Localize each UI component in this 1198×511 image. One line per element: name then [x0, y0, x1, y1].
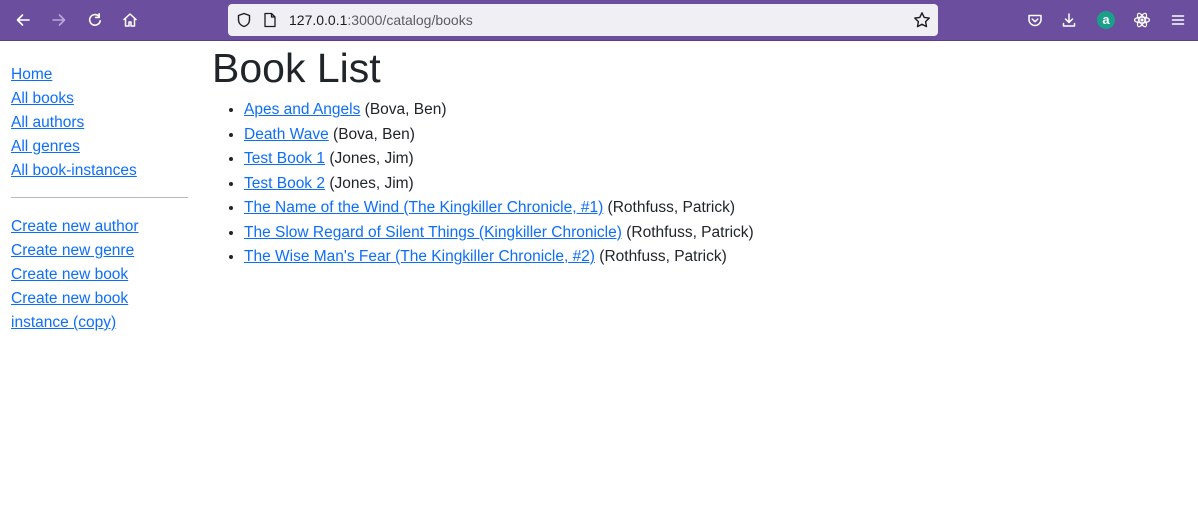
- sidebar-link-all-book-instances[interactable]: All book-instances: [11, 159, 188, 183]
- sidebar-nav: Home All books All authors All genres Al…: [11, 63, 188, 335]
- sidebar-nav-links: Home All books All authors All genres Al…: [11, 63, 188, 183]
- book-author: (Bova, Ben): [364, 101, 447, 118]
- browser-toolbar: 127.0.0.1:3000/catalog/books a: [0, 0, 1198, 41]
- app-menu-button[interactable]: [1163, 5, 1193, 35]
- profile-avatar[interactable]: a: [1097, 11, 1115, 29]
- book-author: (Jones, Jim): [329, 150, 414, 167]
- download-icon: [1062, 13, 1076, 27]
- back-arrow-icon: [16, 14, 30, 26]
- reload-icon: [88, 13, 101, 26]
- pocket-icon: [1028, 14, 1042, 27]
- book-title-link[interactable]: Apes and Angels: [244, 101, 360, 118]
- url-bar[interactable]: 127.0.0.1:3000/catalog/books: [228, 4, 938, 36]
- sidebar-create-links: Create new author Create new genre Creat…: [11, 215, 188, 335]
- book-list: Apes and Angels (Bova, Ben) Death Wave (…: [212, 98, 1172, 270]
- book-list-item: Death Wave (Bova, Ben): [244, 123, 1172, 148]
- book-title-link[interactable]: The Wise Man's Fear (The Kingkiller Chro…: [244, 248, 595, 265]
- downloads-button[interactable]: [1054, 5, 1084, 35]
- tracking-shield-icon[interactable]: [236, 12, 252, 28]
- book-list-item: Test Book 1 (Jones, Jim): [244, 147, 1172, 172]
- react-devtools-icon: [1133, 12, 1151, 28]
- extension-button[interactable]: [1127, 5, 1157, 35]
- url-path: :3000/catalog/books: [347, 12, 473, 28]
- forward-arrow-icon: [52, 14, 66, 26]
- forward-button[interactable]: [44, 5, 74, 35]
- hamburger-menu-icon: [1171, 15, 1185, 25]
- book-author: (Bova, Ben): [333, 125, 415, 143]
- sidebar-link-all-authors[interactable]: All authors: [11, 111, 188, 135]
- home-icon: [123, 13, 137, 27]
- book-list-item: The Wise Man's Fear (The Kingkiller Chro…: [244, 245, 1172, 270]
- url-host: 127.0.0.1: [289, 12, 348, 28]
- book-author: (Jones, Jim): [329, 174, 414, 192]
- bookmark-star-icon[interactable]: [913, 11, 931, 29]
- page-info-icon[interactable]: [263, 12, 277, 28]
- url-text[interactable]: 127.0.0.1:3000/catalog/books: [289, 4, 473, 36]
- book-title-link[interactable]: Test Book 2: [244, 175, 325, 192]
- sidebar-divider: [11, 197, 188, 198]
- book-author: (Rothfuss, Patrick): [599, 248, 727, 265]
- book-title-link[interactable]: The Slow Regard of Silent Things (Kingki…: [244, 224, 622, 241]
- back-button[interactable]: [8, 5, 38, 35]
- book-list-item: The Name of the Wind (The Kingkiller Chr…: [244, 196, 1172, 221]
- book-author: (Rothfuss, Patrick): [607, 199, 736, 216]
- book-title-link[interactable]: The Name of the Wind (The Kingkiller Chr…: [244, 199, 603, 216]
- sidebar-link-all-genres[interactable]: All genres: [11, 135, 188, 159]
- main-content: Book List Apes and Angels (Bova, Ben) De…: [212, 41, 1172, 270]
- book-list-item: Test Book 2 (Jones, Jim): [244, 172, 1172, 197]
- reload-button[interactable]: [80, 5, 110, 35]
- book-title-link[interactable]: Death Wave: [244, 126, 329, 143]
- book-author: (Rothfuss, Patrick): [626, 223, 754, 241]
- book-list-item: The Slow Regard of Silent Things (Kingki…: [244, 221, 1172, 246]
- pocket-button[interactable]: [1020, 5, 1050, 35]
- sidebar-link-create-book[interactable]: Create new book: [11, 263, 188, 287]
- book-list-item: Apes and Angels (Bova, Ben): [244, 98, 1172, 123]
- sidebar-link-create-genre[interactable]: Create new genre: [11, 239, 188, 263]
- sidebar-link-create-author[interactable]: Create new author: [11, 215, 188, 239]
- sidebar-link-create-book-instance[interactable]: Create new book instance (copy): [11, 287, 188, 335]
- sidebar-link-home[interactable]: Home: [11, 63, 188, 87]
- page-title: Book List: [212, 45, 381, 91]
- book-title-link[interactable]: Test Book 1: [244, 150, 325, 167]
- sidebar-link-all-books[interactable]: All books: [11, 87, 188, 111]
- home-button[interactable]: [115, 5, 145, 35]
